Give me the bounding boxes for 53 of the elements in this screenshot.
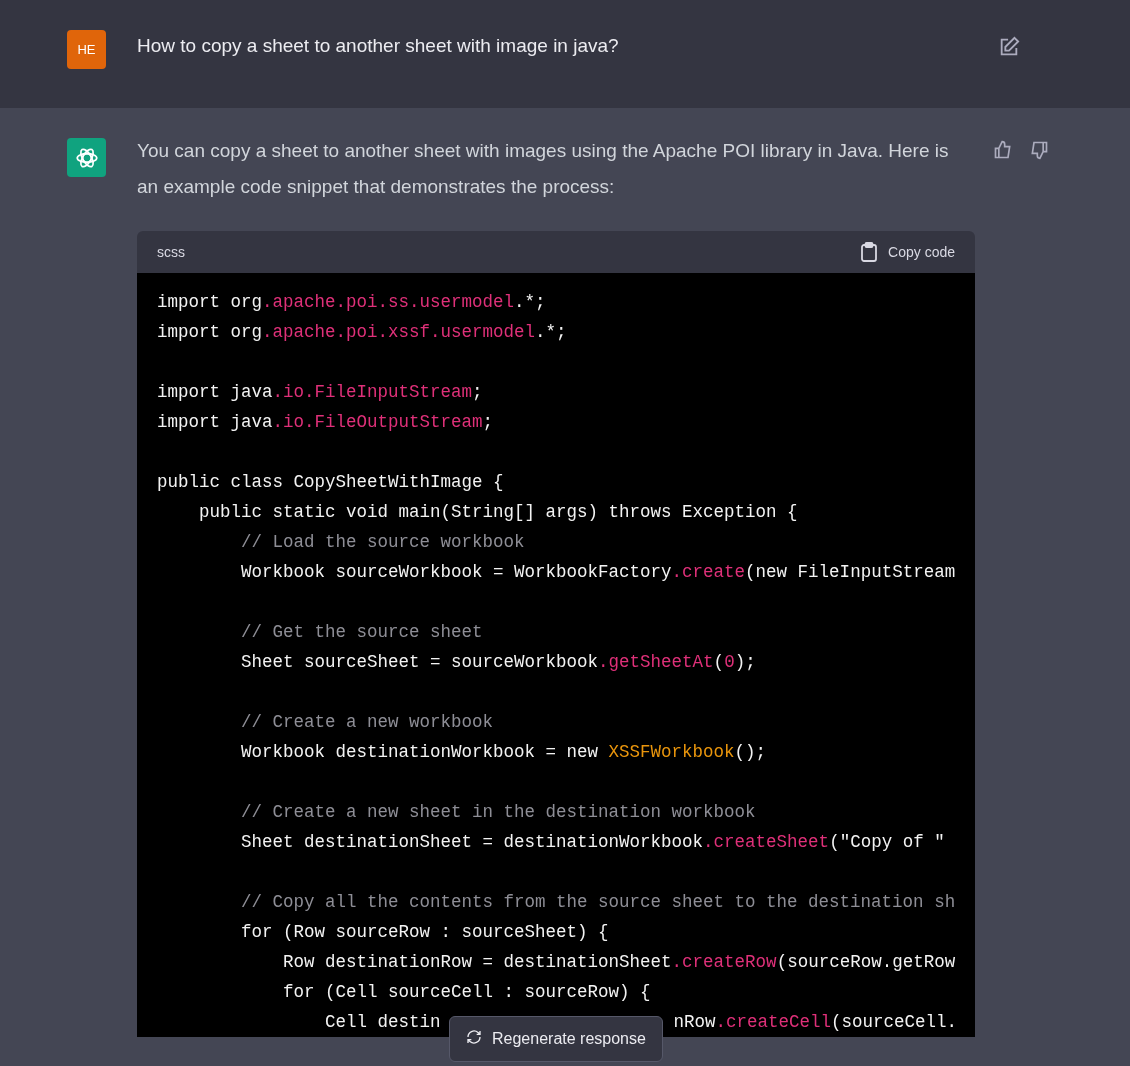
member-name: .io.FileInputStream [272, 381, 473, 404]
code-text: Workbook sourceWorkbook = WorkbookFactory [240, 561, 672, 584]
member-name: .apache.poi.ss.usermodel [262, 291, 515, 314]
code-text: for (Row sourceRow : sourceSheet) { [240, 921, 609, 944]
code-text: import java [157, 411, 273, 434]
code-text: public class CopySheetWithImage { [157, 471, 504, 494]
member-name: 0 [724, 651, 735, 674]
code-text: import org [157, 291, 263, 314]
code-text: Workbook destinationWorkbook = new [240, 741, 600, 764]
class-name: XSSFWorkbook [608, 741, 735, 764]
code-text: ; [472, 381, 483, 404]
clipboard-icon [860, 242, 879, 262]
code-text: ("Copy of " [829, 831, 945, 854]
refresh-icon [466, 1029, 482, 1045]
member-name: .apache.poi.xssf.usermodel [262, 321, 536, 344]
code-comment: // Copy all the contents from the source sheet to the destination sh [240, 891, 956, 914]
code-text: Row destinationRow = destinationSheet [282, 951, 672, 974]
regenerate-response-button[interactable]: Regenerate response [449, 1016, 663, 1062]
code-text: for (Cell sourceCell : sourceRow) { [282, 981, 651, 1004]
question-text: How to copy a sheet to another sheet with image in java? [137, 34, 620, 58]
code-text: Sheet destinationSheet = destinationWorkbook [240, 831, 704, 854]
thumbs-down-icon[interactable] [1029, 140, 1049, 160]
code-text: ( [713, 651, 725, 674]
code-text: import java [157, 381, 273, 404]
member-name: .createRow [671, 951, 777, 974]
user-avatar: HE [67, 30, 106, 69]
code-text: (); [734, 741, 767, 764]
code-comment: // Create a new workbook [240, 711, 494, 734]
code-comment: // Load the source workbook [240, 531, 525, 554]
code-comment: // Get the source sheet [240, 621, 483, 644]
copy-code-button[interactable]: Copy code [860, 241, 955, 263]
member-name: .createCell [715, 1011, 832, 1034]
code-text: public static void main(String[] args) throws Exception { [198, 501, 798, 524]
code-text: (sourceCell. [831, 1011, 958, 1034]
member-name: .create [671, 561, 746, 584]
code-comment: // Create a new sheet in the destination workbook [240, 801, 756, 824]
member-name: .io.FileOutputStream [272, 411, 483, 434]
code-text: nRow [673, 1011, 716, 1034]
answer-text: You can copy a sheet to another sheet with images using the Apache POI library in Java. Here is an example code snippet that demonstrates the process: [137, 139, 950, 199]
code-text: (sourceRow.getRow [776, 951, 956, 974]
code-text: (new FileInputStream [745, 561, 956, 584]
code-text: Sheet sourceSheet = sourceWorkbook [240, 651, 599, 674]
code-text: ; [482, 411, 494, 434]
code-language-label: scss [157, 242, 185, 262]
code-text: ); [734, 651, 756, 674]
edit-icon[interactable] [998, 36, 1020, 58]
member-name: .getSheetAt [598, 651, 714, 674]
thumbs-up-icon[interactable] [993, 140, 1013, 160]
code-text: .*; [514, 291, 546, 314]
code-text: Cell destin [324, 1011, 441, 1034]
member-name: .createSheet [703, 831, 830, 854]
code-text: import org [157, 321, 263, 344]
code-text: .*; [535, 321, 567, 344]
